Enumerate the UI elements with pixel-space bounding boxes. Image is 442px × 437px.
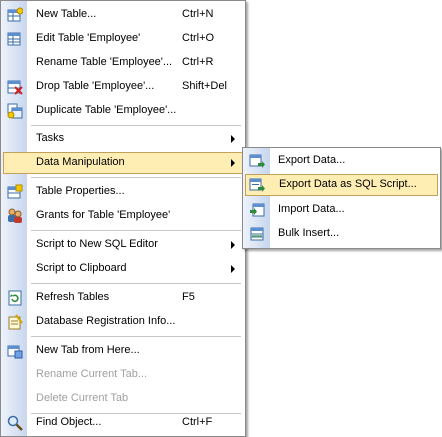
submenu-item-export-data-as-sql-script[interactable]: Export Data as SQL Script... [245,174,438,196]
import-data-icon [249,202,265,218]
menu-item-data-manipulation[interactable]: Data Manipulation [3,152,243,174]
menu-item-database-registration-info[interactable]: Database Registration Info... [3,311,243,333]
shortcut-label: Ctrl+F [182,416,213,428]
submenu-arrow-icon [231,265,235,273]
menu-separator [31,336,241,337]
menu-item-drop-table[interactable]: Drop Table 'Employee'... Shift+Del [3,76,243,98]
menu-item-label: Duplicate Table 'Employee'... [36,104,177,116]
menu-item-edit-table[interactable]: Edit Table 'Employee' Ctrl+O [3,28,243,50]
submenu-item-label: Import Data... [278,203,345,215]
menu-item-label: Find Object... [36,416,102,428]
menu-separator [31,125,241,126]
menu-item-label: Rename Current Tab... [36,368,148,380]
menu-item-label: Delete Current Tab [36,392,129,404]
menu-item-tasks[interactable]: Tasks [3,128,243,150]
menu-item-script-to-new-sql-editor[interactable]: Script to New SQL Editor [3,234,243,256]
bulk-insert-icon [249,226,265,242]
submenu-item-label: Bulk Insert... [278,227,340,239]
menu-item-label: Tasks [36,132,65,144]
menu-item-delete-current-tab: Delete Current Tab [3,388,243,410]
menu-item-label: Data Manipulation [36,156,125,168]
menu-item-label: Rename Table 'Employee'... [36,56,173,68]
submenu-arrow-icon [231,135,235,143]
menu-item-table-properties[interactable]: Table Properties... [3,181,243,203]
menu-item-rename-current-tab: Rename Current Tab... [3,364,243,386]
registration-info-icon [7,314,23,330]
menu-item-duplicate-table[interactable]: Duplicate Table 'Employee'... [3,100,243,122]
menu-item-grants[interactable]: Grants for Table 'Employee' [3,205,243,227]
edit-table-icon [7,31,23,47]
menu-item-label: New Table... [36,8,97,20]
menu-separator [31,177,241,178]
menu-item-label: Table Properties... [36,185,125,197]
menu-separator [31,230,241,231]
new-table-icon [7,7,24,23]
find-object-icon [7,415,23,431]
menu-item-label: New Tab from Here... [36,344,140,356]
submenu-arrow-icon [231,241,235,249]
submenu-item-label: Export Data as SQL Script... [279,178,417,190]
menu-item-new-tab-from-here[interactable]: New Tab from Here... [3,340,243,362]
menu-separator [31,283,241,284]
context-menu: New Table... Ctrl+N Edit Table 'Employee… [0,0,246,437]
submenu-arrow-icon [231,159,235,167]
menu-item-label: Grants for Table 'Employee' [36,209,171,221]
shortcut-label: Shift+Del [182,80,227,92]
shortcut-label: F5 [182,291,195,303]
menu-item-label: Edit Table 'Employee' [36,32,141,44]
shortcut-label: Ctrl+N [182,8,214,20]
drop-table-icon [7,79,23,95]
data-manipulation-submenu: Export Data... Export Data as SQL Script… [242,147,441,249]
menu-item-new-table[interactable]: New Table... Ctrl+N [3,4,243,26]
submenu-item-export-data[interactable]: Export Data... [245,150,438,172]
shortcut-label: Ctrl+R [182,56,214,68]
duplicate-table-icon [7,103,23,119]
grants-icon [7,208,23,224]
submenu-item-import-data[interactable]: Import Data... [245,199,438,221]
new-tab-icon [7,343,23,359]
menu-item-script-to-clipboard[interactable]: Script to Clipboard [3,258,243,280]
menu-item-label: Refresh Tables [36,291,110,303]
menu-item-label: Drop Table 'Employee'... [36,80,155,92]
menu-item-find-object[interactable]: Find Object... Ctrl+F [3,412,243,434]
menu-item-label: Script to New SQL Editor [36,238,158,250]
shortcut-label: Ctrl+O [182,32,215,44]
menu-item-refresh-tables[interactable]: Refresh Tables F5 [3,287,243,309]
submenu-item-bulk-insert[interactable]: Bulk Insert... [245,223,438,245]
export-sql-icon [249,177,265,193]
refresh-icon [7,290,23,306]
menu-item-label: Script to Clipboard [36,262,127,274]
menu-item-rename-table[interactable]: Rename Table 'Employee'... Ctrl+R [3,52,243,74]
menu-item-label: Database Registration Info... [36,315,176,327]
submenu-item-label: Export Data... [278,154,346,166]
export-data-icon [249,153,265,169]
table-properties-icon [7,184,23,200]
